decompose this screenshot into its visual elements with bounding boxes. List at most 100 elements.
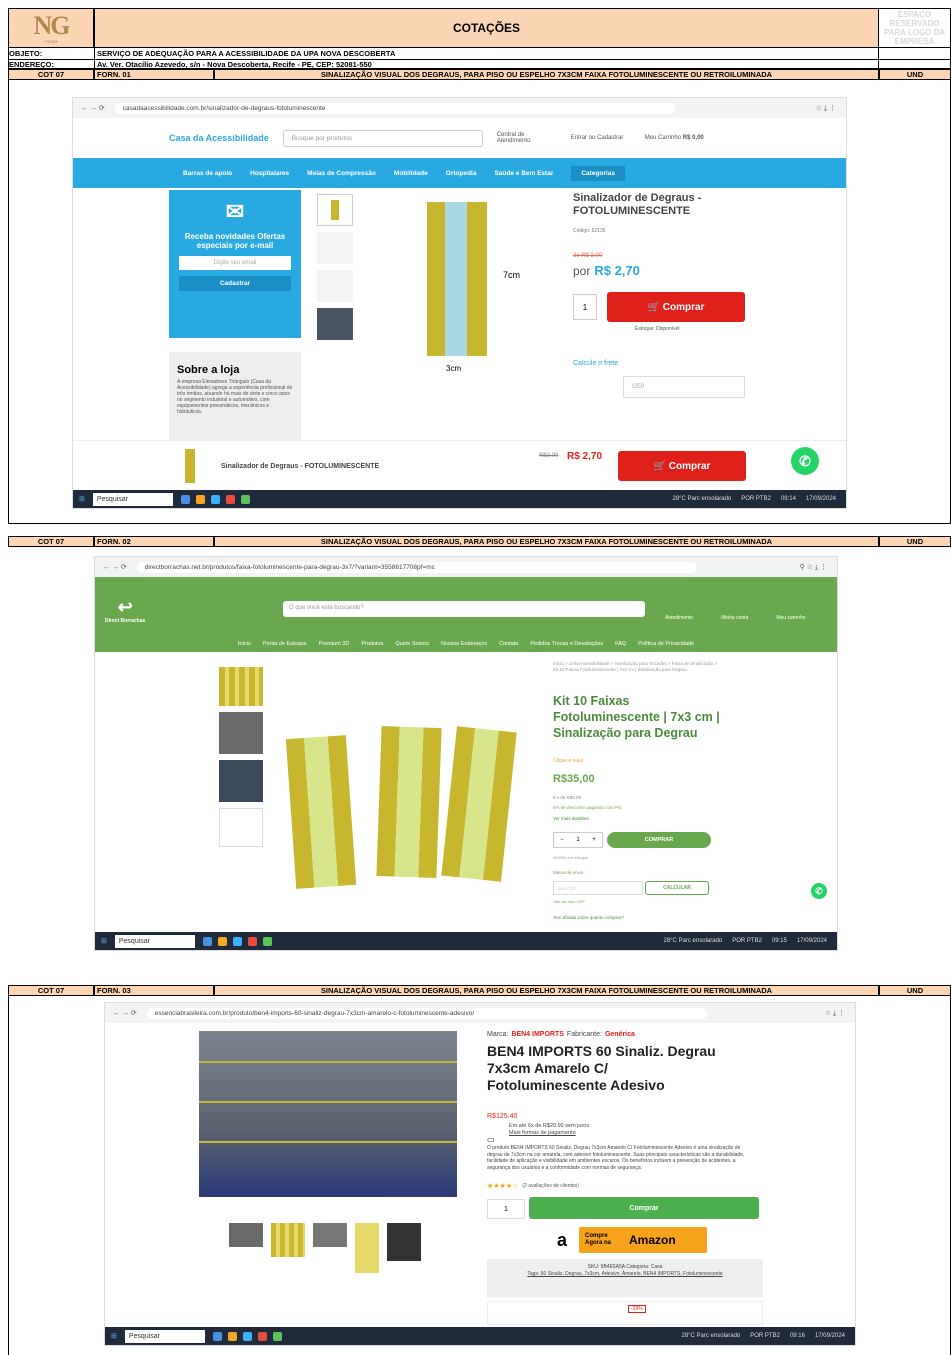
maker-value: Genérica: [604, 1031, 635, 1038]
thumbnail[interactable]: [355, 1223, 379, 1273]
search-input[interactable]: O que você está buscando?: [283, 601, 645, 617]
about-text: A empresa Elevadores Triângulo (Casa da …: [177, 379, 293, 415]
thumbnail[interactable]: [219, 808, 263, 847]
whatsapp-icon[interactable]: ✆: [811, 883, 827, 899]
shipping-calc[interactable]: Calcule o frete: [573, 360, 618, 367]
nav-item[interactable]: Início: [238, 641, 251, 647]
thumbnail[interactable]: [229, 1223, 263, 1247]
login-link[interactable]: Entrar ou Cadastrar: [571, 135, 631, 141]
forn-label: FORN. 01: [94, 69, 214, 80]
nav-item[interactable]: Meias de Compressão: [307, 170, 376, 177]
nav-item[interactable]: Produtos: [361, 641, 383, 647]
store-logo[interactable]: Casa da Acessibilidade: [169, 133, 269, 143]
nav-item[interactable]: Saúde e Bem Estar: [494, 170, 553, 177]
reviews-link[interactable]: (2 avaliações de clientes): [522, 1183, 578, 1189]
nav-categorias[interactable]: Categorias: [571, 165, 625, 181]
nav-item[interactable]: Ponta de Estoque: [263, 641, 307, 647]
amazon-button[interactable]: a Compre Agora na Amazon: [545, 1227, 707, 1253]
minus-icon[interactable]: −: [560, 837, 564, 843]
plus-icon[interactable]: +: [592, 837, 596, 843]
thumbnail[interactable]: [219, 759, 263, 803]
sticky-old-price: R$3,00: [539, 453, 559, 459]
browser-bar: ← → ⟳ essenciabrasileira.com.br/produto/…: [105, 1003, 855, 1023]
url-bar[interactable]: casadaacessibilidade.com.br/sinalizador-…: [114, 102, 675, 114]
taskbar-search[interactable]: Pesquisar: [114, 934, 195, 948]
nav-arrows-icon[interactable]: ← → ⟳: [103, 563, 127, 571]
endereco-blank: [879, 60, 951, 69]
store-logo[interactable]: ↩ Direct Borrachas: [105, 597, 145, 624]
sticky-buy-button[interactable]: 🛒 Comprar: [618, 451, 746, 481]
thumbnail[interactable]: [271, 1223, 305, 1257]
thumbnail[interactable]: [313, 1223, 347, 1247]
windows-start-icon[interactable]: ⊞: [101, 937, 107, 945]
thumbnail[interactable]: [387, 1223, 421, 1261]
nav-item[interactable]: Premium 3D: [319, 641, 350, 647]
sticky-product-name: Sinalizador de Degraus - FOTOLUMINESCENT…: [221, 463, 380, 470]
cart-link[interactable]: Meu Carrinho R$ 0,00: [645, 135, 704, 141]
url-bar[interactable]: directborrachas.net.br/produtos/faixa-fo…: [136, 561, 697, 573]
taskbar-search[interactable]: Pesquisar: [92, 492, 173, 506]
buy-button[interactable]: COMPRAR: [607, 832, 711, 848]
quantity-stepper[interactable]: 1: [573, 294, 597, 320]
buy-button[interactable]: 🛒 Comprar: [607, 292, 745, 322]
nav-item[interactable]: Barras de apoio: [183, 170, 232, 177]
nav-item[interactable]: Contato: [499, 641, 518, 647]
whatsapp-icon[interactable]: ✆: [791, 447, 819, 475]
more-details-link[interactable]: Ver mais detalhes: [553, 816, 589, 821]
unit-label: UND: [879, 536, 951, 547]
nav-item[interactable]: Política de Privacidade: [638, 641, 694, 647]
thumbnail[interactable]: [317, 270, 353, 302]
email-input[interactable]: Digite seu email: [179, 256, 291, 270]
help-link[interactable]: Tem dúvida sobre quanto comprar?: [553, 915, 624, 920]
url-bar[interactable]: essenciabrasileira.com.br/produto/ben4-i…: [146, 1007, 707, 1019]
nav-arrows-icon[interactable]: ← → ⟳: [81, 104, 105, 112]
browser-actions-icon[interactable]: ☆ ⤓ ⋮: [825, 1009, 855, 1018]
thumbnail[interactable]: [317, 308, 353, 340]
search-input[interactable]: Busque por produtos: [282, 129, 483, 147]
quantity-stepper[interactable]: − 1 +: [553, 832, 603, 848]
windows-start-icon[interactable]: ⊞: [79, 495, 85, 503]
amazon-logo: a: [556, 1229, 567, 1250]
nav-arrows-icon[interactable]: ← → ⟳: [113, 1009, 137, 1017]
browser-actions-icon[interactable]: ⚲ ☆ ⤓ ⋮: [800, 563, 837, 572]
header-link[interactable]: Atendimento: [665, 615, 693, 621]
header-link[interactable]: Meu carrinho: [776, 615, 805, 621]
cep-input[interactable]: CEP: [623, 376, 745, 398]
header-link[interactable]: Minha conta: [721, 615, 748, 621]
header-links: Atendimento Minha conta Meu carrinho: [665, 615, 806, 621]
windows-taskbar: ⊞ Pesquisar 28°C Parc ensolarado POR PTB2…: [105, 1327, 855, 1345]
buy-button[interactable]: Comprar: [529, 1197, 759, 1219]
payment-methods-link[interactable]: Mais formas de pagamento: [509, 1130, 576, 1136]
nav-bar: Barras de apoio Hospitalares Meias de Co…: [73, 158, 846, 188]
nav-item[interactable]: Nossos Endereços: [441, 641, 487, 647]
cot-label: COT 07: [8, 536, 94, 547]
browser-actions-icon[interactable]: ☆ ⤓ ⋮: [816, 104, 846, 113]
thumbnail[interactable]: [317, 232, 353, 264]
dimension-height: 7cm: [503, 270, 521, 280]
ad-box: -19%: [487, 1301, 763, 1325]
nav-item[interactable]: Ortopedia: [446, 170, 477, 177]
thumbnail-list: [229, 1223, 421, 1273]
unit-label: UND: [879, 985, 951, 996]
nav-item[interactable]: FAQ: [615, 641, 626, 647]
cadastrar-button[interactable]: Cadastrar: [179, 276, 291, 291]
thumbnail[interactable]: [317, 194, 353, 226]
windows-start-icon[interactable]: ⊞: [111, 1332, 117, 1340]
central-link[interactable]: Central de Atendimento: [497, 132, 557, 144]
thumbnail[interactable]: [219, 711, 263, 754]
taskbar-search[interactable]: Pesquisar: [124, 1329, 205, 1343]
product-tags[interactable]: Tags: 60 Sinaliz. Degrau, 7x3cm, Adesivo…: [497, 1271, 753, 1278]
calculate-button[interactable]: CALCULAR: [645, 881, 709, 895]
nav-item[interactable]: Hospitalares: [250, 170, 289, 177]
nav-item[interactable]: Pedidos Trocas e Devoluções: [530, 641, 603, 647]
amazon-cta[interactable]: Compre Agora na Amazon: [579, 1227, 707, 1253]
brand-label: Marca:: [487, 1031, 509, 1038]
nav-item[interactable]: Mobilidade: [394, 170, 428, 177]
thumbnail[interactable]: [219, 667, 263, 706]
unknown-cep-link[interactable]: Não sei meu CEP: [553, 899, 585, 904]
nav-item[interactable]: Quem Somos: [395, 641, 429, 647]
breadcrumb[interactable]: Início > Linha Acessibilidade > Sinaliza…: [553, 661, 723, 672]
quantity-stepper[interactable]: 1: [487, 1199, 525, 1219]
cep-input[interactable]: Seu CEP: [553, 881, 643, 895]
amazon-cta-text: Compre Agora na: [585, 1233, 612, 1246]
